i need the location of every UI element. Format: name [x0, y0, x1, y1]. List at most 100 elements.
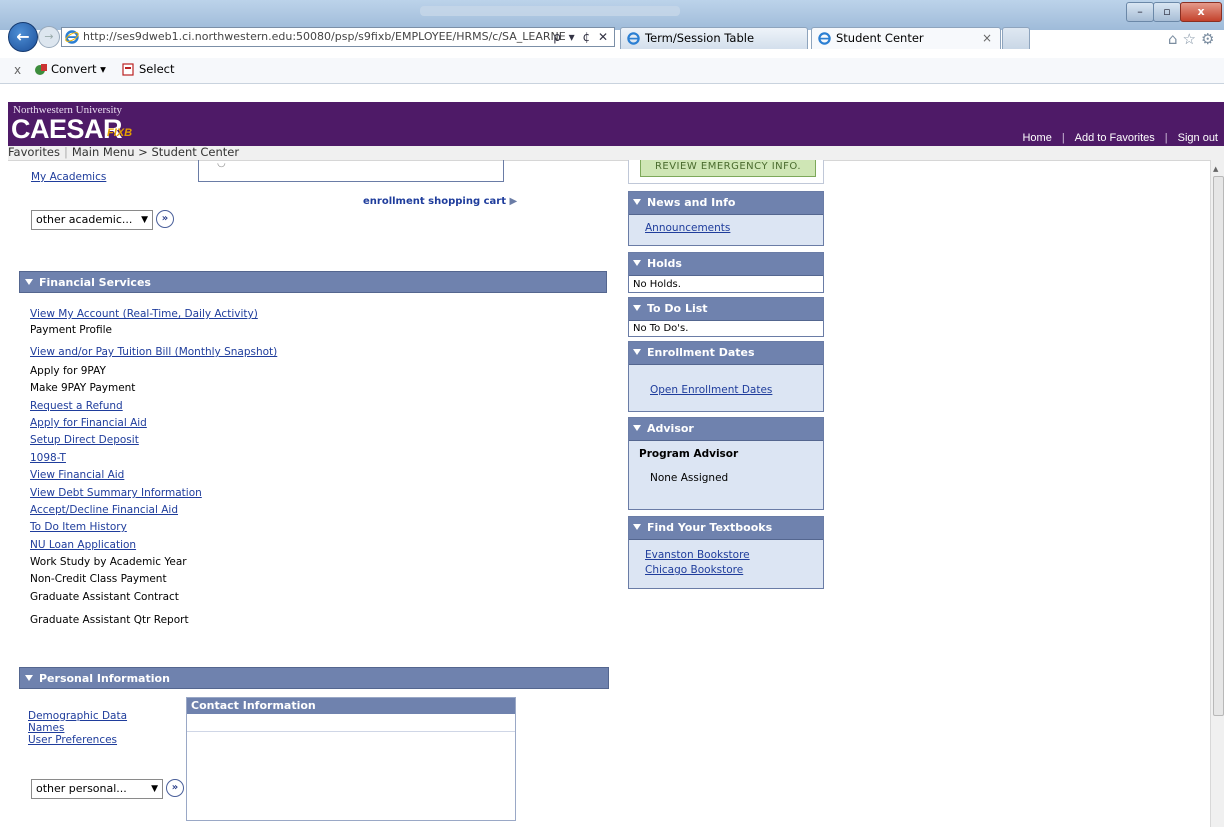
to-do-item-history-link[interactable]: To Do Item History: [30, 521, 127, 533]
scrollbar-thumb[interactable]: [1213, 176, 1224, 716]
to-do-list-header[interactable]: To Do List: [629, 298, 823, 321]
collapse-triangle-icon: [633, 305, 641, 311]
apply-9pay-label: Apply for 9PAY: [30, 365, 106, 377]
close-window-button[interactable]: x: [1180, 2, 1222, 22]
view-financial-aid-link[interactable]: View Financial Aid: [30, 469, 124, 481]
view-my-account-link[interactable]: View My Account (Real-Time, Daily Activi…: [30, 308, 258, 320]
main-menu[interactable]: Main Menu: [72, 145, 135, 159]
tab-close-icon[interactable]: ×: [982, 28, 992, 49]
gear-icon[interactable]: ⚙: [1201, 30, 1219, 48]
demographic-data-link[interactable]: Demographic Data: [28, 710, 127, 722]
holds-text: No Holds.: [633, 279, 681, 290]
personal-go-button[interactable]: »: [166, 779, 184, 797]
user-preferences-link[interactable]: User Preferences: [28, 734, 117, 746]
select-label: Select: [139, 62, 175, 76]
pdf-select-icon: [122, 63, 134, 76]
box-title: To Do List: [647, 302, 708, 315]
advisor-box: Advisor Program Advisor None Assigned: [628, 417, 824, 510]
tab-term-session[interactable]: Term/Session Table: [620, 27, 808, 49]
make-9pay-payment-label: Make 9PAY Payment: [30, 382, 136, 394]
breadcrumb-arrow: >: [138, 145, 148, 159]
request-refund-link[interactable]: Request a Refund: [30, 400, 123, 412]
contact-column-headers: [187, 714, 515, 732]
collapse-triangle-icon: [633, 199, 641, 205]
divider: |: [1164, 132, 1168, 144]
sign-out-link[interactable]: Sign out: [1178, 132, 1218, 144]
address-bar[interactable]: http://ses9dweb1.ci.northwestern.edu:500…: [61, 27, 615, 47]
chicago-bookstore-link[interactable]: Chicago Bookstore: [645, 564, 743, 576]
add-to-favorites-link[interactable]: Add to Favorites: [1075, 132, 1155, 144]
evanston-bookstore-link[interactable]: Evanston Bookstore: [645, 549, 750, 561]
minimize-button[interactable]: –: [1126, 2, 1154, 22]
collapse-triangle-icon: [633, 524, 641, 530]
home-link[interactable]: Home: [1022, 132, 1051, 144]
forward-button[interactable]: →: [38, 26, 60, 48]
academic-go-button[interactable]: »: [156, 210, 174, 228]
browser-toolbar-icons[interactable]: ⌂☆⚙: [1168, 30, 1219, 48]
box-title: Holds: [647, 257, 682, 270]
new-tab-button[interactable]: [1002, 27, 1030, 49]
nu-loan-application-link[interactable]: NU Loan Application: [30, 539, 136, 551]
announcements-link[interactable]: Announcements: [645, 222, 730, 234]
work-study-label: Work Study by Academic Year: [30, 556, 187, 568]
holds-header[interactable]: Holds: [629, 253, 823, 276]
setup-direct-deposit-link[interactable]: Setup Direct Deposit: [30, 434, 139, 446]
apply-financial-aid-link[interactable]: Apply for Financial Aid: [30, 417, 147, 429]
collapse-triangle-icon: [633, 425, 641, 431]
contact-information-title: Contact Information: [187, 698, 515, 714]
advisor-header[interactable]: Advisor: [629, 418, 823, 441]
maximize-button[interactable]: ▫: [1153, 2, 1181, 22]
review-emergency-info-button[interactable]: REVIEW EMERGENCY INFO.: [640, 160, 816, 177]
ie-icon: [65, 30, 79, 44]
ie-icon: [627, 32, 640, 45]
dropdown-arrow-icon: ▼: [141, 215, 148, 225]
scroll-up-arrow-icon[interactable]: ▲: [1213, 165, 1218, 173]
tab-student-center[interactable]: Student Center ×: [811, 27, 1001, 49]
enrollment-dates-header[interactable]: Enrollment Dates: [629, 342, 823, 365]
box-title: Advisor: [647, 422, 694, 435]
back-button[interactable]: ←: [8, 22, 38, 52]
play-arrow-icon: ▶: [509, 196, 518, 207]
program-advisor-label: Program Advisor: [639, 448, 739, 460]
collapse-triangle-icon: [25, 675, 33, 681]
select-button[interactable]: Select: [122, 62, 174, 76]
window-title: [420, 6, 680, 16]
convert-button[interactable]: Convert ▾: [34, 62, 106, 76]
graduate-assistant-contract-label: Graduate Assistant Contract: [30, 591, 179, 603]
home-icon[interactable]: ⌂: [1168, 30, 1183, 48]
favorites-menu[interactable]: Favorites: [8, 145, 60, 159]
address-controls-icon[interactable]: ρ ▾ ¢ ✕: [553, 28, 610, 46]
double-chevron-icon: »: [171, 782, 179, 793]
caesar-logo: CAESAR: [11, 114, 123, 144]
tab-label: Term/Session Table: [645, 31, 755, 45]
1098t-link[interactable]: 1098-T: [30, 452, 66, 464]
payment-profile-label: Payment Profile: [30, 324, 112, 336]
names-link[interactable]: Names: [28, 722, 64, 734]
close-command-bar-icon[interactable]: x: [14, 63, 21, 77]
find-your-textbooks-box: Find Your Textbooks Evanston Bookstore C…: [628, 516, 824, 589]
news-and-info-box: News and Info Announcements: [628, 191, 824, 246]
convert-label: Convert ▾: [51, 62, 106, 76]
section-title: Financial Services: [39, 276, 151, 289]
view-pay-tuition-bill-link[interactable]: View and/or Pay Tuition Bill (Monthly Sn…: [30, 346, 277, 358]
divider: |: [1061, 132, 1065, 144]
financial-services-header[interactable]: Financial Services: [19, 271, 607, 293]
convert-icon: [35, 64, 47, 75]
favorites-star-icon[interactable]: ☆: [1183, 30, 1201, 48]
my-academics-link[interactable]: My Academics: [31, 171, 106, 183]
other-academic-select[interactable]: other academic... ▼: [31, 210, 153, 230]
to-do-list-box: To Do List No To Do's.: [628, 297, 824, 337]
holds-box: Holds No Holds.: [628, 252, 824, 293]
environment-label: FIXB: [107, 127, 133, 139]
personal-information-header[interactable]: Personal Information: [19, 667, 609, 689]
find-your-textbooks-header[interactable]: Find Your Textbooks: [629, 517, 823, 540]
graduate-assistant-qtr-report-label: Graduate Assistant Qtr Report: [30, 614, 189, 626]
other-personal-select[interactable]: other personal... ▼: [31, 779, 163, 799]
accept-decline-aid-link[interactable]: Accept/Decline Financial Aid: [30, 504, 178, 516]
to-do-text: No To Do's.: [633, 323, 689, 334]
news-and-info-header[interactable]: News and Info: [629, 192, 823, 215]
enrollment-shopping-cart-link[interactable]: enrollment shopping cart ▶: [363, 196, 517, 207]
open-enrollment-dates-link[interactable]: Open Enrollment Dates: [650, 384, 772, 396]
view-debt-summary-link[interactable]: View Debt Summary Information: [30, 487, 202, 499]
collapse-triangle-icon: [633, 260, 641, 266]
